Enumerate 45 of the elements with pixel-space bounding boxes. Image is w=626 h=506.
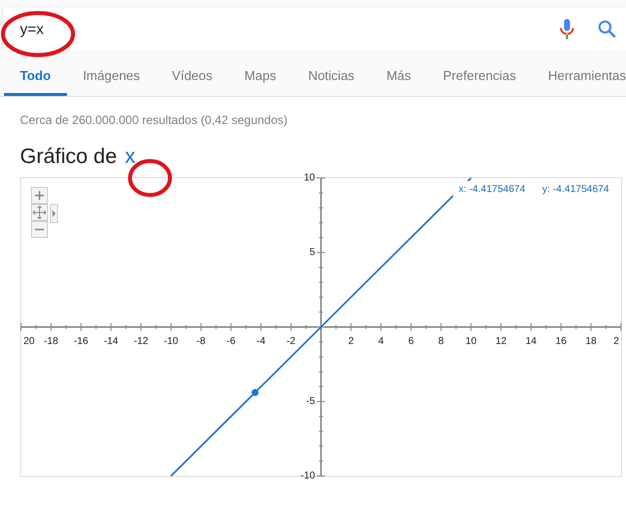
y-tick-label: 10: [304, 172, 315, 184]
search-field[interactable]: y=x: [3, 8, 626, 50]
x-tick-label: 16: [555, 336, 567, 347]
x-tick-label: -12: [134, 336, 148, 347]
x-tick-label: 2: [348, 336, 354, 347]
plus-icon: [35, 191, 44, 200]
zoom-out-button[interactable]: [31, 221, 48, 238]
x-tick-label: -18: [44, 336, 58, 347]
search-tab[interactable]: Maps: [228, 68, 292, 96]
search-input[interactable]: y=x: [20, 20, 560, 38]
pan-button[interactable]: [31, 204, 48, 221]
x-tick-label: 10: [465, 336, 477, 347]
x-tick-label: -8: [196, 336, 206, 347]
x-tick-label: -16: [74, 336, 88, 347]
x-tick-label: 2: [613, 336, 619, 347]
x-tick-label: -14: [104, 336, 118, 347]
x-tick-label: 8: [438, 336, 444, 347]
search-tab[interactable]: Vídeos: [156, 68, 228, 96]
search-tab[interactable]: Imágenes: [66, 68, 156, 96]
x-tick-label: -4: [256, 336, 266, 347]
result-stats: Cerca de 260.000.000 resultados (0,42 segundos): [19, 112, 289, 127]
search-tab[interactable]: Todo: [4, 68, 67, 96]
zoom-in-button[interactable]: [31, 187, 48, 204]
microphone-icon[interactable]: [560, 19, 574, 39]
search-tab[interactable]: Más: [370, 68, 427, 96]
search-tab[interactable]: Noticias: [292, 68, 370, 96]
x-tick-label: 4: [378, 336, 384, 347]
x-tick-label: -10: [164, 336, 178, 347]
search-tab[interactable]: Herramientas: [532, 68, 626, 96]
x-tick-label: 6: [408, 336, 414, 347]
y-tick-label: -5: [306, 396, 315, 408]
x-tick-label: 14: [525, 336, 537, 347]
point-marker: [252, 389, 258, 396]
y-tick-label: 5: [309, 247, 315, 258]
x-tick-label: 12: [495, 336, 507, 347]
x-tick-label: -2: [286, 336, 296, 347]
graph-title: Gráfico de: [20, 145, 117, 169]
search-tab[interactable]: Preferencias: [427, 68, 532, 96]
function-link[interactable]: x: [124, 145, 136, 169]
move-arrows-icon: [33, 206, 46, 219]
y-tick-label: -10: [300, 470, 315, 482]
search-icon[interactable]: [598, 20, 616, 38]
x-tick-label: 18: [585, 336, 597, 347]
x-tick-label: 20: [23, 336, 35, 347]
x-tick-label: -6: [226, 336, 236, 347]
